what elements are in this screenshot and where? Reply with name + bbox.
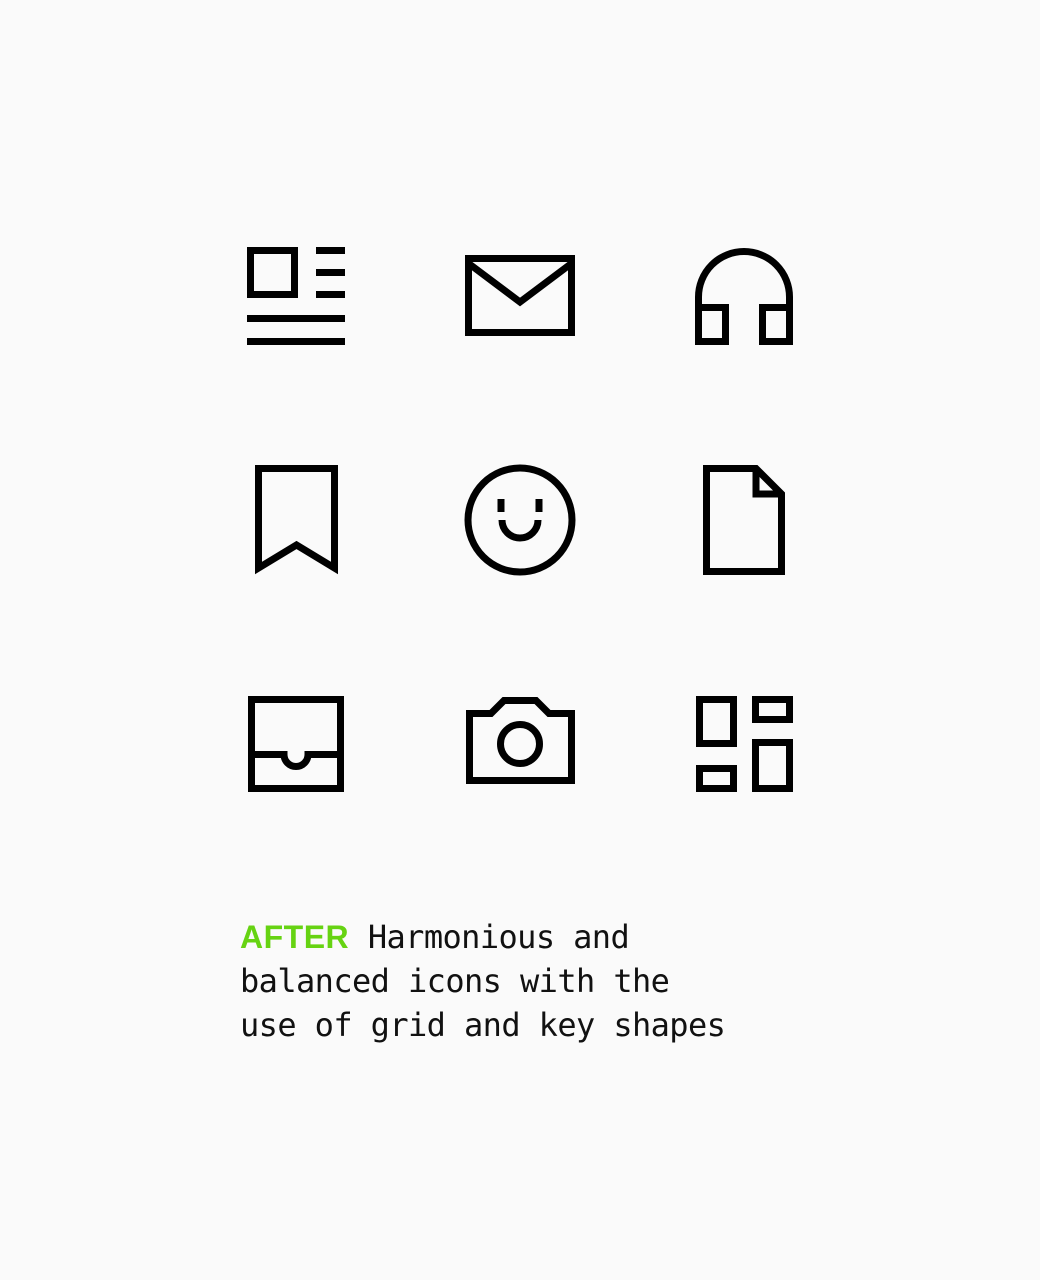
bookmark-icon [255, 465, 338, 575]
after-tag: AFTER [240, 919, 350, 955]
inbox-icon [248, 696, 344, 792]
mail-icon [465, 255, 575, 336]
news-icon [247, 247, 345, 345]
smiley-icon [464, 464, 576, 576]
icon-grid [247, 247, 793, 792]
caption-line-3: use of grid and key shapes [240, 1006, 726, 1044]
camera-icon [466, 697, 575, 784]
caption: AFTER Harmonious and balanced icons with… [240, 915, 860, 1047]
file-icon [703, 465, 785, 575]
caption-line-1-text: Harmonious and [349, 918, 630, 956]
dashboard-icon [696, 696, 793, 792]
caption-line-1: AFTER Harmonious and [240, 915, 860, 959]
caption-line-2: balanced icons with the [240, 962, 670, 1000]
headphones-icon [695, 248, 793, 345]
